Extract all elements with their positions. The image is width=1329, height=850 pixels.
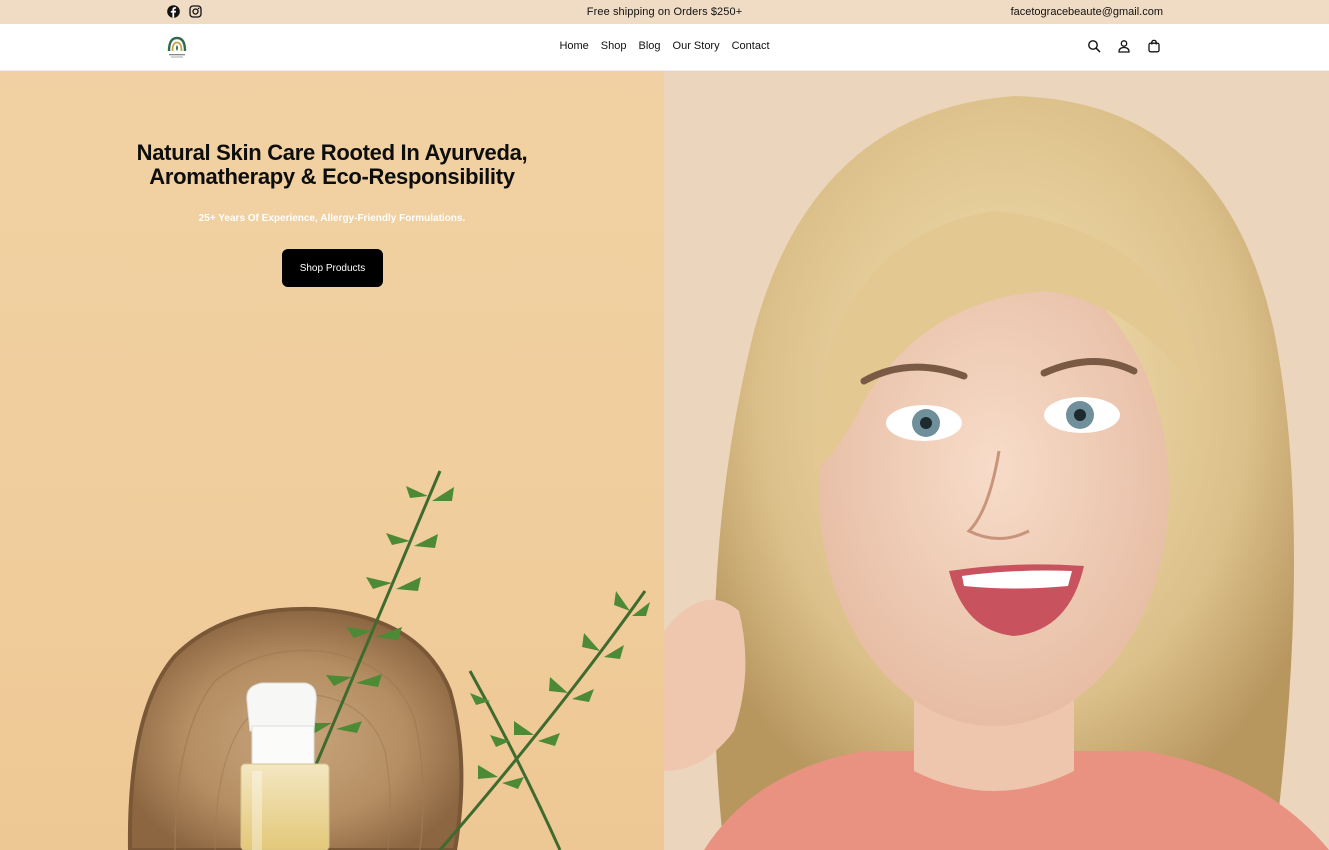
model-portrait-image: [664, 96, 1329, 850]
announcement-bar: Free shipping on Orders $250+ facetograc…: [0, 0, 1329, 24]
nav-contact[interactable]: Contact: [732, 40, 770, 52]
hero-right-panel: [664, 71, 1329, 850]
hero-left-panel: Natural Skin Care Rooted In Ayurveda, Ar…: [0, 71, 664, 850]
nav-blog[interactable]: Blog: [639, 40, 661, 52]
shop-products-button[interactable]: Shop Products: [282, 249, 383, 287]
search-icon[interactable]: [1087, 39, 1101, 53]
hero-title-line-1: Natural Skin Care Rooted In Ayurveda,: [136, 140, 528, 165]
cart-icon[interactable]: [1147, 39, 1161, 53]
site-header: Home Shop Blog Our Story Contact: [0, 24, 1329, 71]
nav-shop[interactable]: Shop: [601, 40, 627, 52]
hero-title-line-2: Aromatherapy & Eco-Responsibility: [149, 164, 515, 189]
nav-our-story[interactable]: Our Story: [673, 40, 720, 52]
contact-email[interactable]: facetogracebeaute@gmail.com: [1011, 6, 1163, 18]
account-icon[interactable]: [1117, 39, 1131, 53]
hero-title: Natural Skin Care Rooted In Ayurveda, Ar…: [80, 141, 584, 189]
header-actions: [1087, 39, 1161, 53]
nav-home[interactable]: Home: [559, 40, 588, 52]
hero-subtitle: 25+ Years Of Experience, Allergy-Friendl…: [198, 213, 466, 224]
